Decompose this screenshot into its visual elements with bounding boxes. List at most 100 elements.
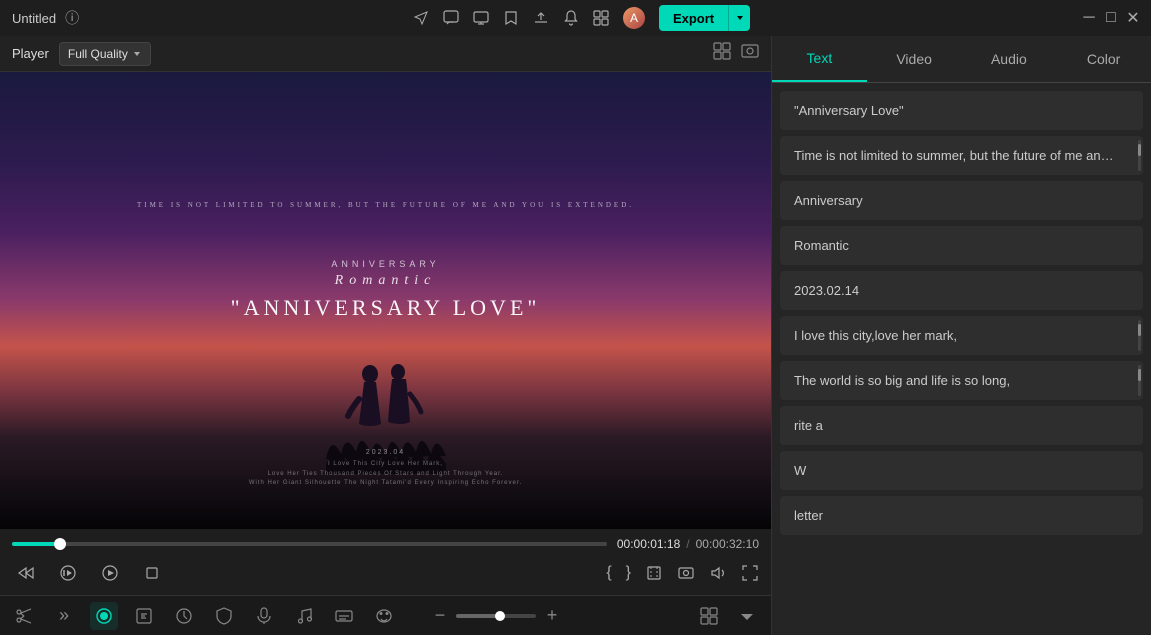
timeline-area: 00:00:01:18 / 00:00:32:10 bbox=[0, 529, 771, 595]
text-item-content: letter bbox=[794, 508, 1129, 523]
text-item[interactable]: "Anniversary Love" bbox=[780, 91, 1143, 130]
scissors-tool[interactable] bbox=[10, 602, 38, 630]
stop-button[interactable] bbox=[138, 559, 166, 587]
zoom-in-button[interactable]: + bbox=[542, 606, 562, 626]
send-icon[interactable] bbox=[413, 10, 429, 26]
zoom-fill bbox=[456, 614, 500, 618]
time-divider: / bbox=[686, 537, 689, 551]
grid-icon[interactable] bbox=[593, 10, 609, 26]
text-item-content: rite a bbox=[794, 418, 1129, 433]
export-button[interactable]: Export bbox=[659, 5, 728, 31]
zoom-out-button[interactable]: − bbox=[430, 606, 450, 626]
text-item-content: I love this city,love her mark, bbox=[794, 328, 1129, 343]
player-bar-right bbox=[713, 42, 759, 65]
tabs-bar: Text Video Audio Color bbox=[772, 36, 1151, 83]
title-bar: Untitled ⓘ A Export bbox=[0, 0, 1151, 36]
text-item-content: "Anniversary Love" bbox=[794, 103, 1129, 118]
zoom-slider[interactable] bbox=[456, 614, 536, 618]
text-item[interactable]: rite a bbox=[780, 406, 1143, 445]
fullscreen-icon[interactable] bbox=[741, 564, 759, 582]
tab-text[interactable]: Text bbox=[772, 36, 867, 82]
video-preview: Time is not limited to summer, but the f… bbox=[0, 72, 771, 529]
transport-right: { } bbox=[606, 564, 759, 582]
video-line3: With Her Giant Silhouette The Night Tata… bbox=[0, 479, 771, 489]
text-tool[interactable] bbox=[130, 602, 158, 630]
screenshot2-icon[interactable] bbox=[677, 564, 695, 582]
maximize-button[interactable]: □ bbox=[1105, 12, 1117, 24]
text-item-content: Romantic bbox=[794, 238, 1129, 253]
screenshot-icon[interactable] bbox=[741, 42, 759, 65]
text-item[interactable]: letter bbox=[780, 496, 1143, 535]
video-date: 2023.04 bbox=[0, 449, 771, 456]
step-back-button[interactable] bbox=[54, 559, 82, 587]
volume-icon[interactable] bbox=[709, 564, 727, 582]
player-label: Player bbox=[12, 46, 49, 61]
scrollbar bbox=[1138, 365, 1141, 396]
app-title: Untitled bbox=[12, 11, 56, 26]
mic-tool[interactable] bbox=[250, 602, 278, 630]
subtitle-tool[interactable] bbox=[330, 602, 358, 630]
total-time: 00:00:32:10 bbox=[696, 537, 759, 551]
toolbar-right bbox=[695, 602, 761, 630]
progress-thumb[interactable] bbox=[54, 538, 66, 550]
title-bar-left: Untitled ⓘ bbox=[12, 10, 80, 26]
text-item[interactable]: 2023.02.14 bbox=[780, 271, 1143, 310]
shield-tool[interactable] bbox=[210, 602, 238, 630]
text-item[interactable]: Anniversary bbox=[780, 181, 1143, 220]
text-items-list: "Anniversary Love" Time is not limited to… bbox=[772, 83, 1151, 635]
current-time: 00:00:01:18 bbox=[617, 537, 680, 551]
progress-bar-container: 00:00:01:18 / 00:00:32:10 bbox=[0, 529, 771, 555]
play-button[interactable] bbox=[96, 559, 124, 587]
bell-icon[interactable] bbox=[563, 10, 579, 26]
tab-color[interactable]: Color bbox=[1056, 36, 1151, 82]
video-background: Time is not limited to summer, but the f… bbox=[0, 72, 771, 529]
minimize-button[interactable]: ─ bbox=[1083, 12, 1095, 24]
info-icon[interactable]: ⓘ bbox=[64, 10, 80, 26]
zoom-area: − + bbox=[430, 606, 562, 626]
title-bar-icons: A Export bbox=[413, 5, 750, 31]
main-area: Player Full Quality bbox=[0, 36, 1151, 635]
in-point-icon[interactable]: { bbox=[606, 564, 611, 582]
text-item-content: Time is not limited to summer, but the f… bbox=[794, 148, 1129, 163]
progress-track[interactable] bbox=[12, 542, 607, 546]
tab-video[interactable]: Video bbox=[867, 36, 962, 82]
text-item[interactable]: Romantic bbox=[780, 226, 1143, 265]
video-line2: Love Her Ties Thousand Pieces Of Stars a… bbox=[0, 470, 771, 480]
out-point-icon[interactable]: } bbox=[626, 564, 631, 582]
speed-tool[interactable] bbox=[170, 602, 198, 630]
quality-select[interactable]: Full Quality bbox=[59, 42, 151, 66]
text-item[interactable]: Time is not limited to summer, but the f… bbox=[780, 136, 1143, 175]
scrollbar bbox=[1138, 140, 1141, 171]
chat-icon[interactable] bbox=[443, 10, 459, 26]
zoom-thumb[interactable] bbox=[495, 611, 505, 621]
rewind-button[interactable] bbox=[12, 559, 40, 587]
text-item-content: 2023.02.14 bbox=[794, 283, 1129, 298]
transport-controls: { } bbox=[0, 555, 771, 595]
export-dropdown-button[interactable] bbox=[728, 5, 750, 31]
progress-fill bbox=[12, 542, 60, 546]
avatar[interactable]: A bbox=[623, 7, 645, 29]
record-tool[interactable] bbox=[90, 602, 118, 630]
crop-icon[interactable] bbox=[645, 564, 663, 582]
chevron-right-icon[interactable]: » bbox=[50, 602, 78, 630]
display-icon[interactable] bbox=[473, 10, 489, 26]
text-item-content: The world is so big and life is so long, bbox=[794, 373, 1129, 388]
music-tool[interactable] bbox=[290, 602, 318, 630]
upload-icon[interactable] bbox=[533, 10, 549, 26]
text-item[interactable]: I love this city,love her mark, bbox=[780, 316, 1143, 355]
grid-view-icon[interactable] bbox=[713, 42, 731, 65]
layout-view-icon[interactable] bbox=[695, 602, 723, 630]
left-panel: Player Full Quality bbox=[0, 36, 771, 635]
mask-tool[interactable] bbox=[370, 602, 398, 630]
video-main-title: "Anniversary Love" bbox=[137, 295, 634, 321]
video-line1: I Love This City Love Her Mark, bbox=[0, 460, 771, 470]
more-options-icon[interactable] bbox=[733, 602, 761, 630]
text-item[interactable]: The world is so big and life is so long, bbox=[780, 361, 1143, 400]
bookmark-icon[interactable] bbox=[503, 10, 519, 26]
tab-audio[interactable]: Audio bbox=[962, 36, 1057, 82]
text-item[interactable]: W bbox=[780, 451, 1143, 490]
window-controls: ─ □ ✕ bbox=[1083, 12, 1139, 24]
export-group: Export bbox=[659, 5, 750, 31]
right-panel: Text Video Audio Color "Anniversary Love… bbox=[771, 36, 1151, 635]
close-button[interactable]: ✕ bbox=[1127, 12, 1139, 24]
